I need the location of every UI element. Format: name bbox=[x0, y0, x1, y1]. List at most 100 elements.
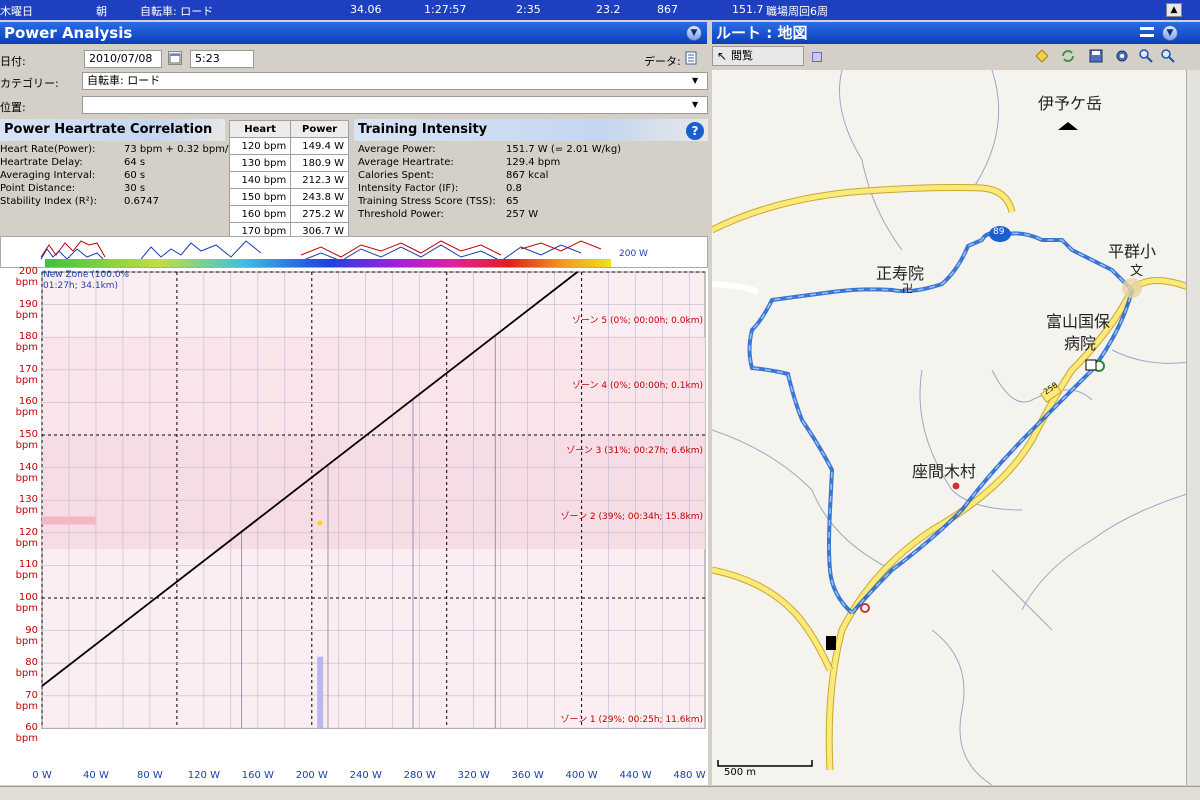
y-tick-label: 110 bpm bbox=[15, 559, 38, 582]
table-row: 160 bpm 275.2 W bbox=[228, 205, 349, 223]
category-cell: 自転車: ロード bbox=[140, 5, 214, 18]
date-field[interactable]: 2010/07/08 bbox=[84, 50, 162, 68]
y-tick-label: 80 bpm bbox=[15, 657, 38, 680]
y-tick-label: 70 bpm bbox=[15, 689, 38, 712]
school-icon: 文 bbox=[1130, 264, 1144, 279]
y-tick-label: 100 bpm bbox=[15, 592, 38, 614]
zone-label: ゾーン 4 (0%; 00:00h; 0.1km) bbox=[571, 381, 703, 392]
y-tick-label: 180 bpm bbox=[15, 331, 38, 354]
x-tick-label: 160 W bbox=[241, 770, 274, 781]
corr-label: Stability Index (R²): bbox=[0, 196, 97, 207]
intensity-row: Calories Spent: 867 kcal bbox=[358, 169, 704, 182]
y-tick-label: 190 bpm bbox=[15, 298, 38, 321]
x-tick-label: 400 W bbox=[565, 770, 598, 781]
temple-icon: 卍 bbox=[902, 282, 913, 295]
average-point bbox=[317, 520, 323, 526]
chevron-down-icon[interactable]: ▼ bbox=[692, 76, 698, 85]
route-map[interactable]: 伊予ケ岳 正寿院 平群小 富山国保 病院 座間木村 文 卍 89 258 500… bbox=[712, 70, 1200, 785]
y-tick-label: 60 bpm bbox=[15, 722, 38, 745]
browse-tool-button[interactable]: ↖ 閲覧 bbox=[712, 46, 804, 66]
heart-power-table: Heart Power 120 bpm 149.4 W 130 bpm 180.9 W… bbox=[228, 120, 349, 240]
y-tick-label: 200 bpm bbox=[15, 266, 38, 288]
zoom-out-icon[interactable] bbox=[1160, 48, 1176, 64]
x-tick-label: 0 W bbox=[32, 770, 52, 781]
calories-cell: 867 bbox=[657, 3, 678, 16]
heart-cell: 120 bpm bbox=[228, 137, 292, 155]
route-number-badge: 89 bbox=[993, 227, 1005, 237]
legend-line: New Zone (100.0% bbox=[43, 270, 130, 280]
category-label: カテゴリー: bbox=[0, 77, 59, 90]
refresh-icon[interactable] bbox=[1060, 48, 1076, 64]
map-scrollbar[interactable] bbox=[1186, 70, 1200, 785]
y-tick-label: 160 bpm bbox=[15, 396, 38, 419]
table-row: 150 bpm 243.8 W bbox=[228, 188, 349, 206]
x-tick-label: 80 W bbox=[137, 770, 163, 781]
heart-cell: 140 bpm bbox=[228, 171, 292, 189]
legend-line: 01:27h; 34.1km) bbox=[43, 281, 119, 291]
y-tick-label: 130 bpm bbox=[15, 494, 38, 517]
corr-row: Heartrate Delay: 64 s bbox=[0, 156, 228, 169]
corr-label: Averaging Interval: bbox=[0, 170, 96, 181]
speed-cell: 23.2 bbox=[596, 3, 621, 16]
category-select[interactable]: 自転車: ロード bbox=[82, 72, 708, 90]
data-label: データ: bbox=[644, 55, 681, 68]
map-menu-button[interactable]: ▼ bbox=[1162, 25, 1178, 41]
intensity-header: Training Intensity bbox=[354, 119, 708, 141]
corr-label: Point Distance: bbox=[0, 183, 76, 194]
intensity-label: Average Heartrate: bbox=[358, 157, 454, 168]
x-tick-label: 240 W bbox=[349, 770, 382, 781]
square-icon[interactable] bbox=[812, 52, 822, 62]
power-cell: 149.4 W bbox=[290, 137, 349, 155]
x-tick-label: 40 W bbox=[83, 770, 109, 781]
location-label: 位置: bbox=[0, 101, 26, 114]
intensity-value: 151.7 W (= 2.01 W/kg) bbox=[506, 144, 622, 155]
map-panel-title: ルート : 地図 bbox=[716, 24, 808, 42]
time-field[interactable]: 5:23 bbox=[190, 50, 254, 68]
col-header-heart: Heart bbox=[228, 120, 292, 138]
help-icon[interactable]: ? bbox=[686, 122, 704, 140]
map-panel-header: ルート : 地図 bbox=[712, 22, 1200, 44]
map-label-hospital: 富山国保 bbox=[1046, 312, 1111, 331]
pace-cell: 2:35 bbox=[516, 3, 541, 16]
corr-row: Averaging Interval: 60 s bbox=[0, 169, 228, 182]
map-label-school: 平群小 bbox=[1108, 242, 1157, 261]
settings-icon[interactable] bbox=[1114, 48, 1130, 64]
power-cell: 243.8 W bbox=[290, 188, 349, 206]
power-cell: 212.3 W bbox=[290, 171, 349, 189]
day-cell: 木曜日 bbox=[0, 5, 33, 18]
mini-graph-label: 200 W bbox=[619, 249, 648, 259]
activity-summary-bar[interactable]: 木曜日 朝 自転車: ロード 34.06 1:27:57 2:35 23.2 8… bbox=[0, 0, 1200, 20]
zone-label: ゾーン 1 (29%; 00:25h; 11.6km) bbox=[560, 715, 703, 726]
corr-value: 30 s bbox=[124, 183, 146, 194]
intensity-label: Calories Spent: bbox=[358, 170, 434, 181]
chevron-down-icon[interactable]: ▼ bbox=[692, 100, 698, 109]
mini-overview-graph[interactable]: 200 W bbox=[0, 236, 708, 268]
x-tick-label: 440 W bbox=[619, 770, 652, 781]
heart-cell: 150 bpm bbox=[228, 188, 292, 206]
scroll-up-button[interactable]: ▲ bbox=[1166, 3, 1182, 17]
map-label-village: 座間木村 bbox=[912, 462, 977, 481]
intensity-row: Average Heartrate: 129.4 bpm bbox=[358, 156, 704, 169]
corr-label: Heart Rate(Power): bbox=[0, 144, 96, 155]
x-tick-label: 320 W bbox=[457, 770, 490, 781]
duration-cell: 1:27:57 bbox=[424, 3, 467, 16]
panel-menu-button[interactable]: ▼ bbox=[686, 25, 702, 41]
correlation-header: Power Heartrate Correlation bbox=[0, 119, 225, 141]
x-tick-label: 120 W bbox=[187, 770, 220, 781]
location-select[interactable] bbox=[82, 96, 708, 114]
intensity-details: Average Power: 151.7 W (= 2.01 W/kg) Aver… bbox=[358, 143, 704, 221]
distance-cell: 34.06 bbox=[350, 3, 382, 16]
save-icon[interactable] bbox=[1088, 48, 1104, 64]
hr-power-chart[interactable] bbox=[0, 268, 708, 785]
calendar-icon[interactable] bbox=[168, 51, 182, 65]
zoom-in-icon[interactable] bbox=[1138, 48, 1154, 64]
chart-svg bbox=[41, 271, 706, 729]
intensity-label: Intensity Factor (IF): bbox=[358, 183, 459, 194]
data-icon[interactable] bbox=[684, 51, 700, 65]
list-icon[interactable] bbox=[1140, 27, 1154, 37]
x-tick-label: 480 W bbox=[673, 770, 706, 781]
intensity-title: Training Intensity bbox=[358, 122, 488, 137]
map-svg bbox=[712, 70, 1200, 785]
correlation-title: Power Heartrate Correlation bbox=[4, 122, 213, 137]
diamond-icon[interactable] bbox=[1034, 48, 1050, 64]
